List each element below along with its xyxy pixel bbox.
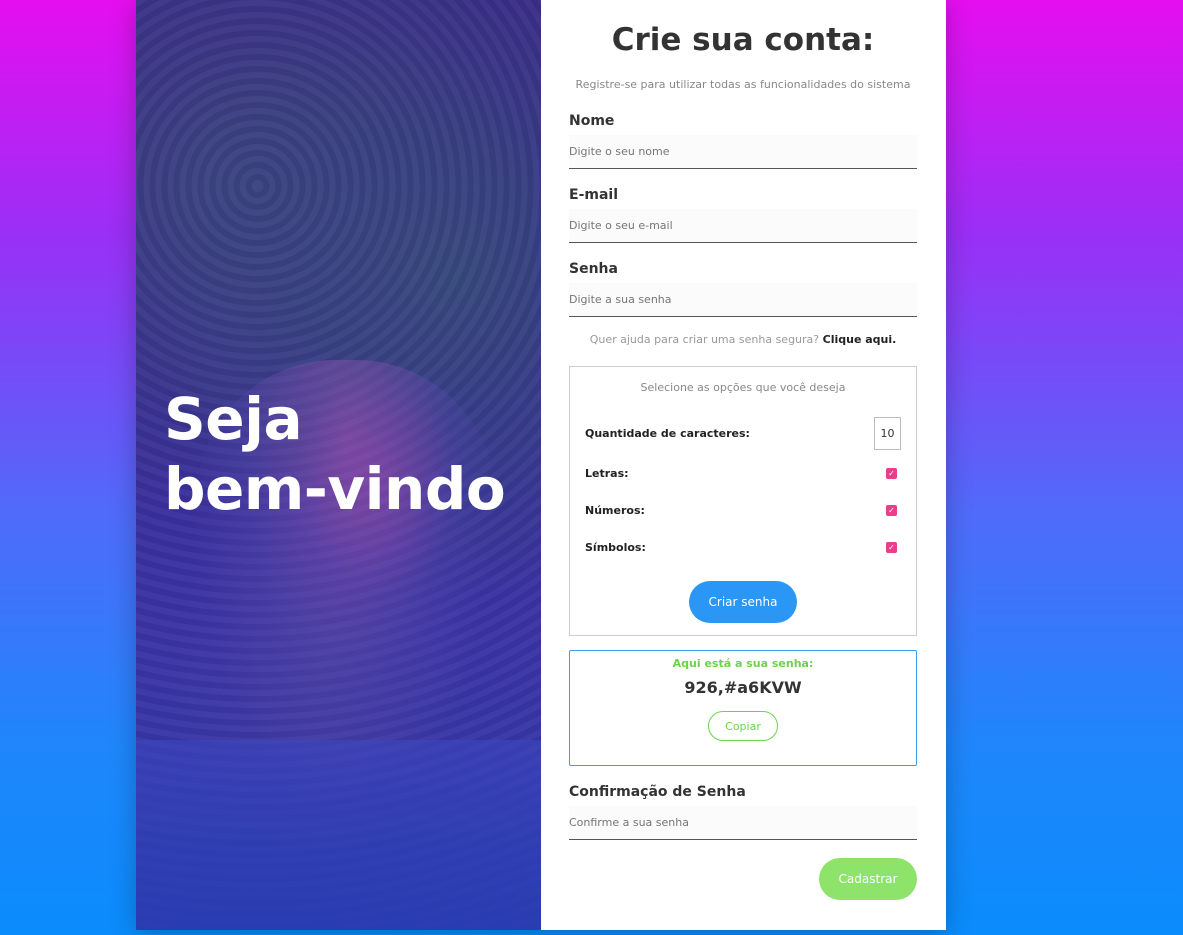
symbols-label: Símbolos:	[585, 541, 646, 554]
name-label: Nome	[569, 113, 615, 129]
welcome-heading: Seja bem-vindo	[164, 384, 506, 524]
form-title: Crie sua conta:	[611, 22, 875, 58]
generated-password-value: 926,#a6KVW	[684, 678, 802, 697]
symbols-row: Símbolos: ✓	[585, 534, 901, 561]
password-generator: Selecione as opções que você deseja Quan…	[569, 366, 917, 636]
form-subtitle: Registre-se para utilizar todas as funci…	[575, 78, 911, 91]
welcome-line-2: bem-vindo	[164, 455, 506, 523]
length-row: Quantidade de caracteres:	[585, 416, 901, 450]
password-label: Senha	[569, 261, 618, 277]
copy-button[interactable]: Copiar	[708, 711, 778, 741]
hero-panel: Seja bem-vindo	[136, 0, 541, 930]
email-field[interactable]	[569, 209, 917, 243]
hero-table-image	[136, 740, 541, 930]
confirm-label: Confirmação de Senha	[569, 784, 746, 800]
form-panel: Crie sua conta: Registre-se para utiliza…	[541, 0, 946, 930]
length-input[interactable]	[874, 416, 901, 450]
register-card: Seja bem-vindo Crie sua conta: Registre-…	[136, 0, 946, 930]
numbers-row: Números: ✓	[585, 497, 901, 524]
confirm-password-field[interactable]	[569, 806, 917, 840]
submit-button[interactable]: Cadastrar	[819, 858, 917, 900]
create-password-button[interactable]: Criar senha	[689, 581, 797, 623]
numbers-label: Números:	[585, 504, 645, 517]
generated-password-label: Aqui está a sua senha:	[672, 657, 814, 670]
generator-title: Selecione as opções que você deseja	[640, 381, 846, 394]
password-field[interactable]	[569, 283, 917, 317]
letters-label: Letras:	[585, 467, 629, 480]
numbers-checkbox[interactable]: ✓	[886, 505, 897, 516]
letters-row: Letras: ✓	[585, 460, 901, 487]
letters-checkbox[interactable]: ✓	[886, 468, 897, 479]
email-label: E-mail	[569, 187, 619, 203]
generated-password-box: Aqui está a sua senha: 926,#a6KVW Copiar	[569, 650, 917, 766]
symbols-checkbox[interactable]: ✓	[886, 542, 897, 553]
welcome-line-1: Seja	[164, 385, 303, 453]
password-help: Quer ajuda para criar uma senha segura? …	[569, 333, 917, 346]
password-help-link[interactable]: Clique aqui.	[823, 333, 897, 346]
name-field[interactable]	[569, 135, 917, 169]
length-label: Quantidade de caracteres:	[585, 426, 750, 440]
password-help-text: Quer ajuda para criar uma senha segura?	[589, 333, 820, 346]
